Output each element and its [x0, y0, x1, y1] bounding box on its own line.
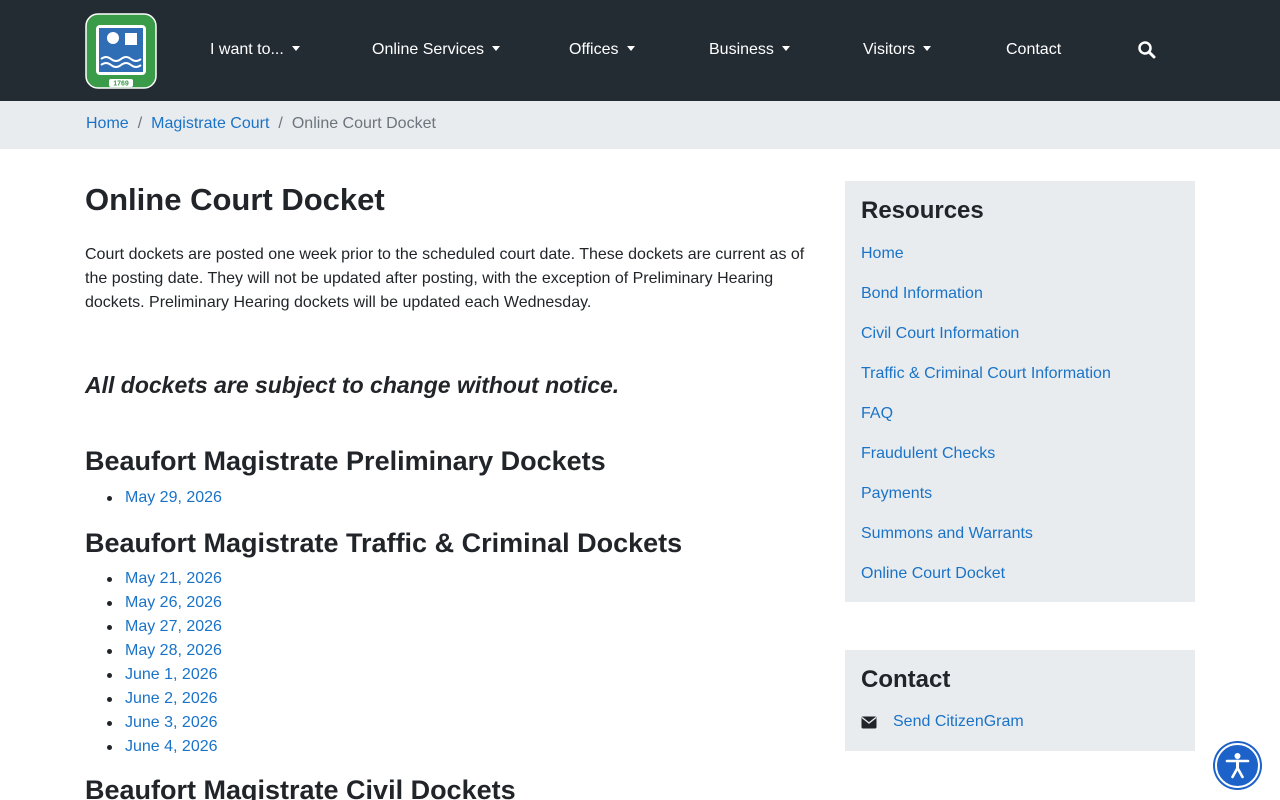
nav-label: Visitors	[863, 41, 916, 58]
docket-link[interactable]: May 21, 2026	[125, 570, 222, 587]
page-title: Online Court Docket	[85, 182, 385, 217]
nav-label: Offices	[569, 41, 619, 58]
resource-link-bond-information[interactable]: Bond Information	[861, 284, 983, 304]
breadcrumb-home-link[interactable]: Home	[86, 115, 129, 132]
county-seal-logo[interactable]: 1769	[85, 13, 157, 89]
resource-link-fraudulent-checks[interactable]: Fraudulent Checks	[861, 444, 995, 464]
resource-link-traffic-criminal[interactable]: Traffic & Criminal Court Information	[861, 364, 1111, 384]
traffic-criminal-dockets-heading: Beaufort Magistrate Traffic & Criminal D…	[85, 528, 683, 558]
breadcrumb-current: Online Court Docket	[291, 115, 436, 132]
docket-link[interactable]: June 3, 2026	[125, 714, 218, 731]
resource-link-home[interactable]: Home	[861, 244, 904, 264]
docket-link[interactable]: May 29, 2026	[125, 489, 222, 506]
caret-down-icon	[291, 46, 300, 51]
resources-heading: Resources	[861, 197, 984, 224]
breadcrumb-magistrate-court-link[interactable]: Magistrate Court	[151, 115, 269, 132]
breadcrumb-separator: /	[137, 115, 143, 132]
envelope-icon	[861, 716, 877, 729]
list-item: June 1, 2026	[107, 663, 222, 687]
preliminary-dockets-heading: Beaufort Magistrate Preliminary Dockets	[85, 446, 606, 476]
list-item: June 2, 2026	[107, 687, 222, 711]
docket-link[interactable]: June 2, 2026	[125, 690, 218, 707]
list-item: June 3, 2026	[107, 711, 222, 735]
intro-paragraph: Court dockets are posted one week prior …	[85, 246, 805, 311]
preliminary-dockets-list: May 29, 2026	[107, 486, 222, 510]
nav-online-services[interactable]: Online Services	[372, 40, 501, 60]
accessibility-icon	[1225, 753, 1250, 779]
list-item: May 29, 2026	[107, 486, 222, 510]
nav-label: Contact	[1006, 41, 1062, 58]
nav-offices[interactable]: Offices	[569, 40, 635, 60]
docket-link[interactable]: May 28, 2026	[125, 642, 222, 659]
resources-panel: Resources Home Bond Information Civil Co…	[845, 181, 1195, 602]
resource-link-faq[interactable]: FAQ	[861, 404, 893, 424]
resource-link-payments[interactable]: Payments	[861, 484, 932, 504]
nav-label: Online Services	[372, 41, 485, 58]
caret-down-icon	[923, 46, 932, 51]
list-item: May 21, 2026	[107, 567, 222, 591]
search-icon[interactable]	[1137, 40, 1157, 60]
list-item: May 26, 2026	[107, 591, 222, 615]
resource-link-summons-warrants[interactable]: Summons and Warrants	[861, 524, 1033, 544]
nav-i-want-to[interactable]: I want to...	[210, 40, 300, 60]
nav-business[interactable]: Business	[709, 40, 790, 60]
nav-label: Business	[709, 41, 774, 58]
caret-down-icon	[626, 46, 635, 51]
nav-visitors[interactable]: Visitors	[863, 40, 932, 60]
nav-contact[interactable]: Contact	[1006, 40, 1061, 60]
send-citizengram-link[interactable]: Send CitizenGram	[893, 712, 1024, 732]
svg-text:1769: 1769	[113, 81, 129, 88]
breadcrumb-separator: /	[278, 115, 283, 132]
docket-link[interactable]: May 27, 2026	[125, 618, 222, 635]
nav-label: I want to...	[210, 41, 284, 58]
list-item: May 27, 2026	[107, 615, 222, 639]
resource-link-civil-court[interactable]: Civil Court Information	[861, 324, 1019, 344]
contact-panel: Contact Send CitizenGram	[845, 650, 1195, 751]
resource-link-online-court-docket[interactable]: Online Court Docket	[861, 564, 1005, 584]
top-navbar: 1769 I want to... Online Services Office…	[0, 0, 1280, 101]
list-item: June 4, 2026	[107, 735, 222, 759]
accessibility-button[interactable]	[1215, 743, 1260, 788]
caret-down-icon	[781, 46, 790, 51]
traffic-criminal-dockets-list: May 21, 2026 May 26, 2026 May 27, 2026 M…	[107, 567, 222, 759]
docket-link[interactable]: May 26, 2026	[125, 594, 222, 611]
contact-heading: Contact	[861, 666, 951, 693]
docket-link[interactable]: June 1, 2026	[125, 666, 218, 683]
notice-text: All dockets are subject to change withou…	[85, 372, 620, 398]
breadcrumb: Home / Magistrate Court / Online Court Docke…	[86, 114, 436, 134]
civil-dockets-heading: Beaufort Magistrate Civil Dockets	[85, 775, 516, 800]
caret-down-icon	[492, 46, 501, 51]
docket-link[interactable]: June 4, 2026	[125, 738, 218, 755]
list-item: May 28, 2026	[107, 639, 222, 663]
